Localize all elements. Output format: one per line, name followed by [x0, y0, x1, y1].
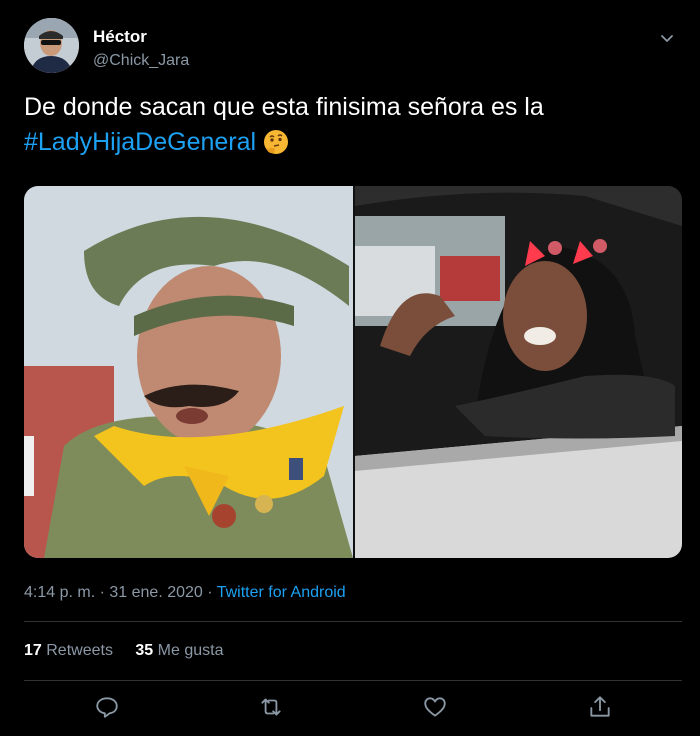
likes-label: Me gusta [157, 642, 224, 659]
meta-separator: · [202, 584, 217, 601]
author-handle[interactable]: @Chick_Jara [93, 52, 189, 70]
avatar[interactable] [24, 18, 79, 73]
tweet: Héctor @Chick_Jara De donde sacan que es… [0, 0, 700, 736]
avatar-image [24, 18, 79, 73]
author-name[interactable]: Héctor [93, 27, 147, 47]
divider [24, 621, 682, 622]
tweet-meta: 4:14 p. m. · 31 ene. 2020 · Twitter for … [24, 584, 346, 602]
tweet-text: De donde sacan que esta finisima señora … [24, 90, 664, 166]
likes-count: 35 [135, 642, 154, 659]
retweets-stat[interactable]: 17 Retweets [24, 642, 113, 659]
tweet-time[interactable]: 4:14 p. m. [24, 584, 95, 601]
hashtag-link[interactable]: #LadyHijaDeGeneral [24, 128, 256, 156]
tweet-source-link[interactable]: Twitter for Android [217, 584, 346, 601]
chevron-down-icon[interactable] [657, 28, 677, 48]
media-image-left[interactable] [24, 186, 353, 558]
divider [24, 680, 682, 681]
tweet-body: De donde sacan que esta finisima señora … [24, 93, 544, 121]
likes-stat[interactable]: 35 Me gusta [135, 642, 223, 659]
retweets-count: 17 [24, 642, 42, 659]
tweet-date[interactable]: 31 ene. 2020 [109, 584, 202, 601]
meta-separator: · [95, 584, 110, 601]
thinking-face-icon [262, 128, 290, 166]
share-icon[interactable] [587, 694, 613, 720]
tweet-stats: 17 Retweets 35 Me gusta [24, 642, 241, 660]
media-grid[interactable] [24, 186, 682, 558]
like-icon[interactable] [422, 694, 448, 720]
media-image-right[interactable] [355, 186, 682, 558]
reply-icon[interactable] [94, 694, 120, 720]
retweets-label: Retweets [46, 642, 113, 659]
retweet-icon[interactable] [258, 694, 284, 720]
tweet-actions [0, 694, 700, 724]
